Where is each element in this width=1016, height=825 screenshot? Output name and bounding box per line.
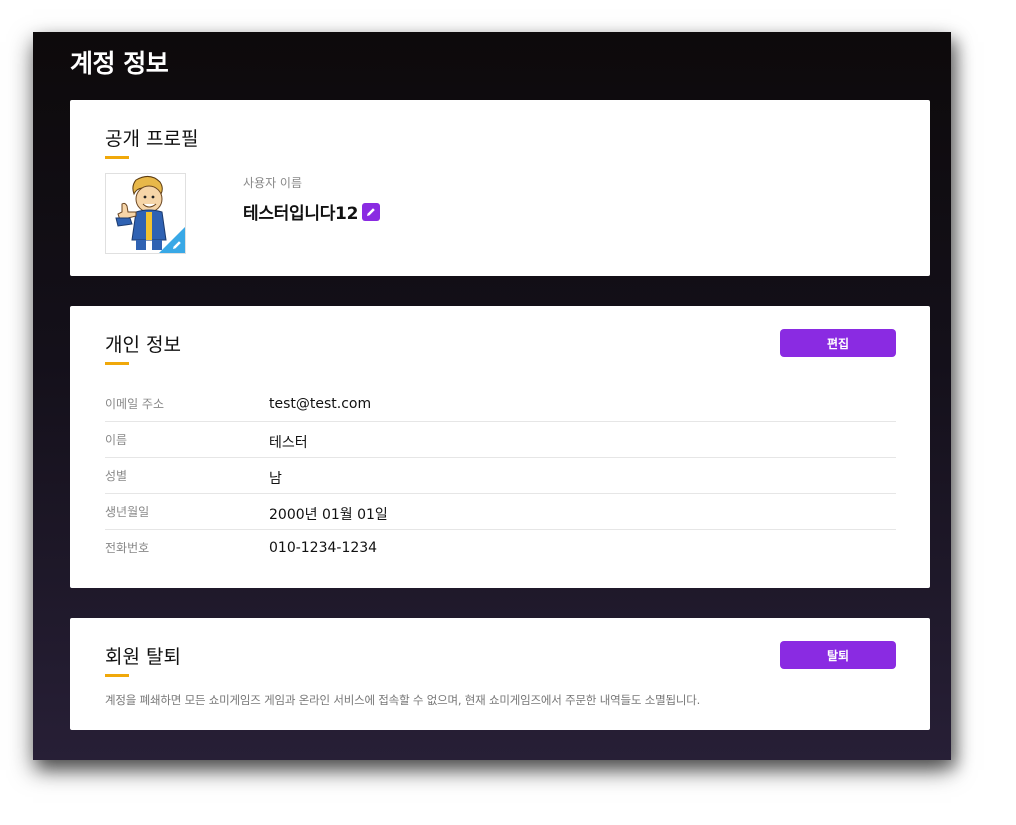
public-profile-title: 공개 프로필	[105, 128, 199, 150]
username-label: 사용자 이름	[243, 176, 303, 190]
public-profile-card: 공개 프로필 사용자 이름 테스터입니다12	[70, 100, 930, 276]
account-window: 계정 정보 공개 프로필 사용자 이름 테스터입니다12 개인 정보 편집 이메…	[33, 32, 951, 760]
personal-info-card: 개인 정보 편집 이메일 주소 test@test.com 이름 테스터 성별 …	[70, 306, 930, 588]
personal-info-table: 이메일 주소 test@test.com 이름 테스터 성별 남 생년월일 20…	[105, 386, 896, 565]
edit-button[interactable]: 편집	[780, 329, 896, 357]
withdraw-description: 계정을 폐쇄하면 모든 쇼미게임즈 게임과 온라인 서비스에 접속할 수 없으며…	[105, 693, 701, 707]
avatar[interactable]	[105, 173, 186, 254]
pencil-icon	[173, 241, 181, 249]
info-label: 생년월일	[105, 505, 150, 519]
info-label: 이름	[105, 433, 128, 447]
withdraw-button[interactable]: 탈퇴	[780, 641, 896, 669]
username-value: 테스터입니다12	[243, 204, 359, 224]
info-value: 2000년 01월 01일	[269, 507, 388, 523]
personal-info-title: 개인 정보	[105, 334, 181, 356]
info-value: 남	[269, 471, 282, 487]
username-row: 테스터입니다12	[243, 199, 381, 224]
info-row-gender: 성별 남	[105, 458, 896, 494]
section-underline	[105, 156, 129, 159]
info-row-phone: 전화번호 010-1234-1234	[105, 530, 896, 565]
username-edit-button[interactable]	[362, 202, 381, 221]
page-title: 계정 정보	[70, 49, 169, 78]
section-underline	[105, 362, 129, 365]
section-underline	[105, 674, 129, 677]
info-row-name: 이름 테스터	[105, 422, 896, 458]
pencil-icon	[367, 207, 375, 216]
info-row-email: 이메일 주소 test@test.com	[105, 386, 896, 422]
withdraw-title: 회원 탈퇴	[105, 646, 181, 668]
info-row-birthdate: 생년월일 2000년 01월 01일	[105, 494, 896, 530]
info-label: 성별	[105, 469, 128, 483]
info-label: 전화번호	[105, 541, 150, 555]
info-value: test@test.com	[269, 396, 372, 412]
info-label: 이메일 주소	[105, 397, 165, 411]
info-value: 테스터	[269, 435, 308, 451]
withdraw-card: 회원 탈퇴 탈퇴 계정을 폐쇄하면 모든 쇼미게임즈 게임과 온라인 서비스에 …	[70, 618, 930, 730]
info-value: 010-1234-1234	[269, 540, 378, 556]
